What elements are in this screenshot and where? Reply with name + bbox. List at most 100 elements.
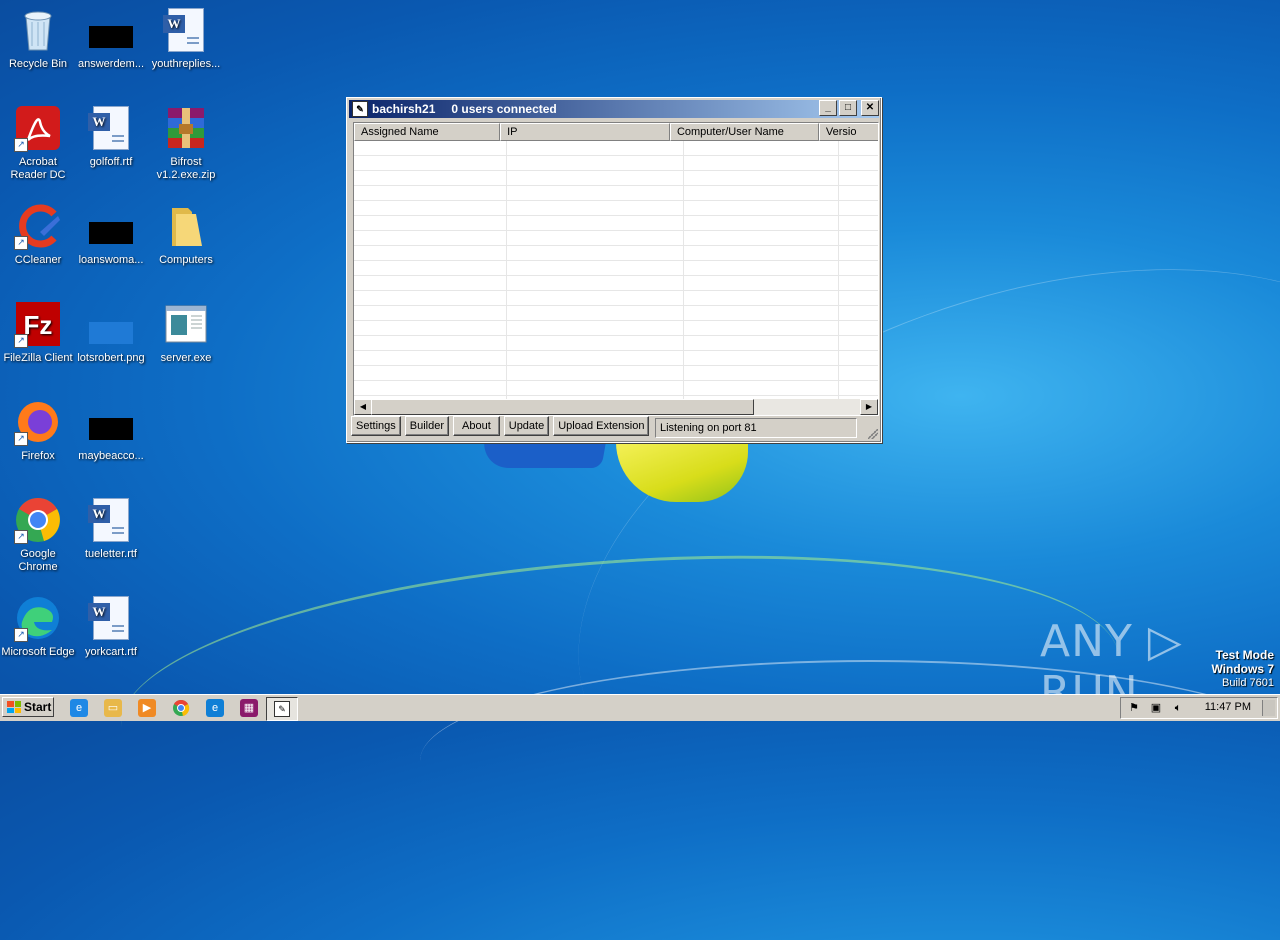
bifrost-server-window[interactable]: ✎ bachirsh21 0 users connected _ □ ✕ Ass… <box>346 97 882 443</box>
system-tray: ⚑ ▣ 🔈︎ 11:47 PM <box>1120 697 1278 719</box>
desktop-icon-label: golfoff.rtf <box>89 156 133 168</box>
start-button[interactable]: Start <box>2 697 54 717</box>
update-button[interactable]: Update <box>503 416 550 436</box>
build-text: Build 7601 <box>1222 677 1274 689</box>
chrome-taskbar-icon[interactable] <box>172 699 190 717</box>
desktop-icon-label: loanswoma... <box>78 254 144 266</box>
winrar-taskbar-icon[interactable]: ▦ <box>240 699 258 717</box>
window-title: bachirsh21 <box>372 102 436 116</box>
desktop-icon-label: tueletter.rtf <box>85 548 137 560</box>
desktop-icon-label: Recycle Bin <box>8 58 68 70</box>
redacted-thumbnail-icon <box>87 6 135 54</box>
scroll-thumb[interactable] <box>371 399 754 415</box>
winrar-archive-icon <box>162 104 210 152</box>
app-icon: ✎ <box>352 101 368 117</box>
word-document-icon: W <box>87 594 135 642</box>
desktop-icon-label: answerdem... <box>77 58 145 70</box>
shortcut-arrow-icon: ↗ <box>14 628 28 642</box>
recycle-bin-icon <box>14 6 62 54</box>
acrobat-icon: ↗ <box>14 104 62 152</box>
windows-logo-icon <box>7 701 21 713</box>
desktop-icon-file[interactable]: W golfoff.rtf <box>73 104 149 169</box>
upload-extension-button[interactable]: Upload Extension <box>553 416 650 436</box>
column-divider <box>838 141 839 399</box>
app-icon: ✎ <box>274 701 290 717</box>
minimize-button[interactable]: _ <box>819 100 837 116</box>
column-assigned-name[interactable]: Assigned Name <box>354 123 501 141</box>
desktop-icon-folder[interactable]: Computers <box>148 202 224 267</box>
network-icon[interactable]: ▣ <box>1149 701 1163 715</box>
shortcut-arrow-icon: ↗ <box>14 138 28 152</box>
desktop-icon-file[interactable]: server.exe <box>148 300 224 365</box>
action-center-flag-icon[interactable]: ⚑ <box>1127 701 1141 715</box>
desktop-icon-label: lotsrobert.png <box>77 352 145 364</box>
volume-icon[interactable]: 🔈︎ <box>1171 701 1185 715</box>
desktop-icon-label: youthreplies... <box>151 58 221 70</box>
desktop-icon-file[interactable]: Bifrost v1.2.exe.zip <box>148 104 224 182</box>
desktop-icon-label: Google Chrome <box>18 548 58 573</box>
desktop-icon-recycle-bin[interactable]: Recycle Bin <box>0 6 76 71</box>
builder-button[interactable]: Builder <box>404 416 449 436</box>
desktop-icon-edge[interactable]: ↗ Microsoft Edge <box>0 594 76 659</box>
desktop-icon-acrobat[interactable]: ↗ Acrobat Reader DC <box>0 104 76 182</box>
edge-taskbar-icon[interactable]: e <box>206 699 224 717</box>
column-computer-user-name[interactable]: Computer/User Name <box>669 123 819 141</box>
redacted-thumbnail-icon <box>87 202 135 250</box>
test-mode-text: Test Mode <box>1215 648 1274 662</box>
file-explorer-icon[interactable]: ▭ <box>104 699 122 717</box>
desktop-icon-file[interactable]: W tueletter.rtf <box>73 496 149 561</box>
clock[interactable]: 11:47 PM <box>1205 701 1251 713</box>
desktop-icon-label: Acrobat Reader DC <box>10 156 66 181</box>
users-connected-text: 0 users connected <box>451 102 557 116</box>
window-titlebar[interactable]: ✎ bachirsh21 0 users connected <box>349 100 879 118</box>
scroll-left-icon[interactable]: ◀ <box>354 399 372 415</box>
resize-grip-icon[interactable] <box>868 429 878 439</box>
about-button[interactable]: About <box>453 416 500 436</box>
horizontal-scrollbar[interactable]: ◀ ▶ <box>354 399 878 415</box>
taskbar: Start e ▭ ▶ e ▦ ✎ ⚑ ▣ 🔈︎ 11:47 PM <box>0 694 1280 721</box>
shortcut-arrow-icon: ↗ <box>14 432 28 446</box>
desktop-icon-file[interactable]: W youthreplies... <box>148 6 224 71</box>
os-name-text: Windows 7 <box>1211 662 1274 676</box>
desktop-icon-label: yorkcart.rtf <box>85 646 137 658</box>
firefox-icon: ↗ <box>14 398 62 446</box>
desktop-icon-file[interactable]: maybeacco... <box>73 398 149 463</box>
desktop-icon-firefox[interactable]: ↗ Firefox <box>0 398 76 463</box>
desktop-icon-file[interactable]: lotsrobert.png <box>73 300 149 365</box>
shortcut-arrow-icon: ↗ <box>14 236 28 250</box>
scroll-right-icon[interactable]: ▶ <box>860 399 878 415</box>
show-desktop-button[interactable] <box>1262 700 1275 716</box>
desktop-icon-filezilla[interactable]: Fz ↗ FileZilla Client <box>0 300 76 365</box>
shortcut-arrow-icon: ↗ <box>14 530 28 544</box>
desktop-icon-label: Firefox <box>21 450 55 462</box>
word-document-icon: W <box>87 496 135 544</box>
image-file-icon <box>87 300 135 348</box>
media-player-icon[interactable]: ▶ <box>138 699 156 717</box>
start-label: Start <box>24 700 52 714</box>
close-button[interactable]: ✕ <box>861 100 879 116</box>
column-version[interactable]: Versio <box>818 123 878 141</box>
connections-list[interactable]: Assigned Name IP Computer/User Name Vers… <box>353 122 879 416</box>
internet-explorer-icon[interactable]: e <box>70 699 88 717</box>
executable-icon <box>162 300 210 348</box>
edge-icon: ↗ <box>14 594 62 642</box>
column-divider <box>506 141 507 399</box>
desktop-icon-file[interactable]: W yorkcart.rtf <box>73 594 149 659</box>
desktop-icon-file[interactable]: answerdem... <box>73 6 149 71</box>
desktop-icon-label: server.exe <box>160 352 212 364</box>
desktop-icon-label: Bifrost v1.2.exe.zip <box>156 156 216 181</box>
chrome-icon: ↗ <box>14 496 62 544</box>
settings-button[interactable]: Settings <box>351 416 401 436</box>
column-ip[interactable]: IP <box>500 123 670 141</box>
desktop-icon-file[interactable]: loanswoma... <box>73 202 149 267</box>
folder-icon <box>162 202 210 250</box>
list-rows <box>354 141 878 399</box>
word-document-icon: W <box>162 6 210 54</box>
maximize-button[interactable]: □ <box>839 100 857 116</box>
filezilla-icon: Fz ↗ <box>14 300 62 348</box>
desktop-icon-label: FileZilla Client <box>3 352 73 364</box>
bifrost-taskbar-button[interactable]: ✎ <box>266 697 298 721</box>
desktop-icon-chrome[interactable]: ↗ Google Chrome <box>0 496 76 574</box>
desktop-icon-ccleaner[interactable]: ↗ CCleaner <box>0 202 76 267</box>
ccleaner-icon: ↗ <box>14 202 62 250</box>
